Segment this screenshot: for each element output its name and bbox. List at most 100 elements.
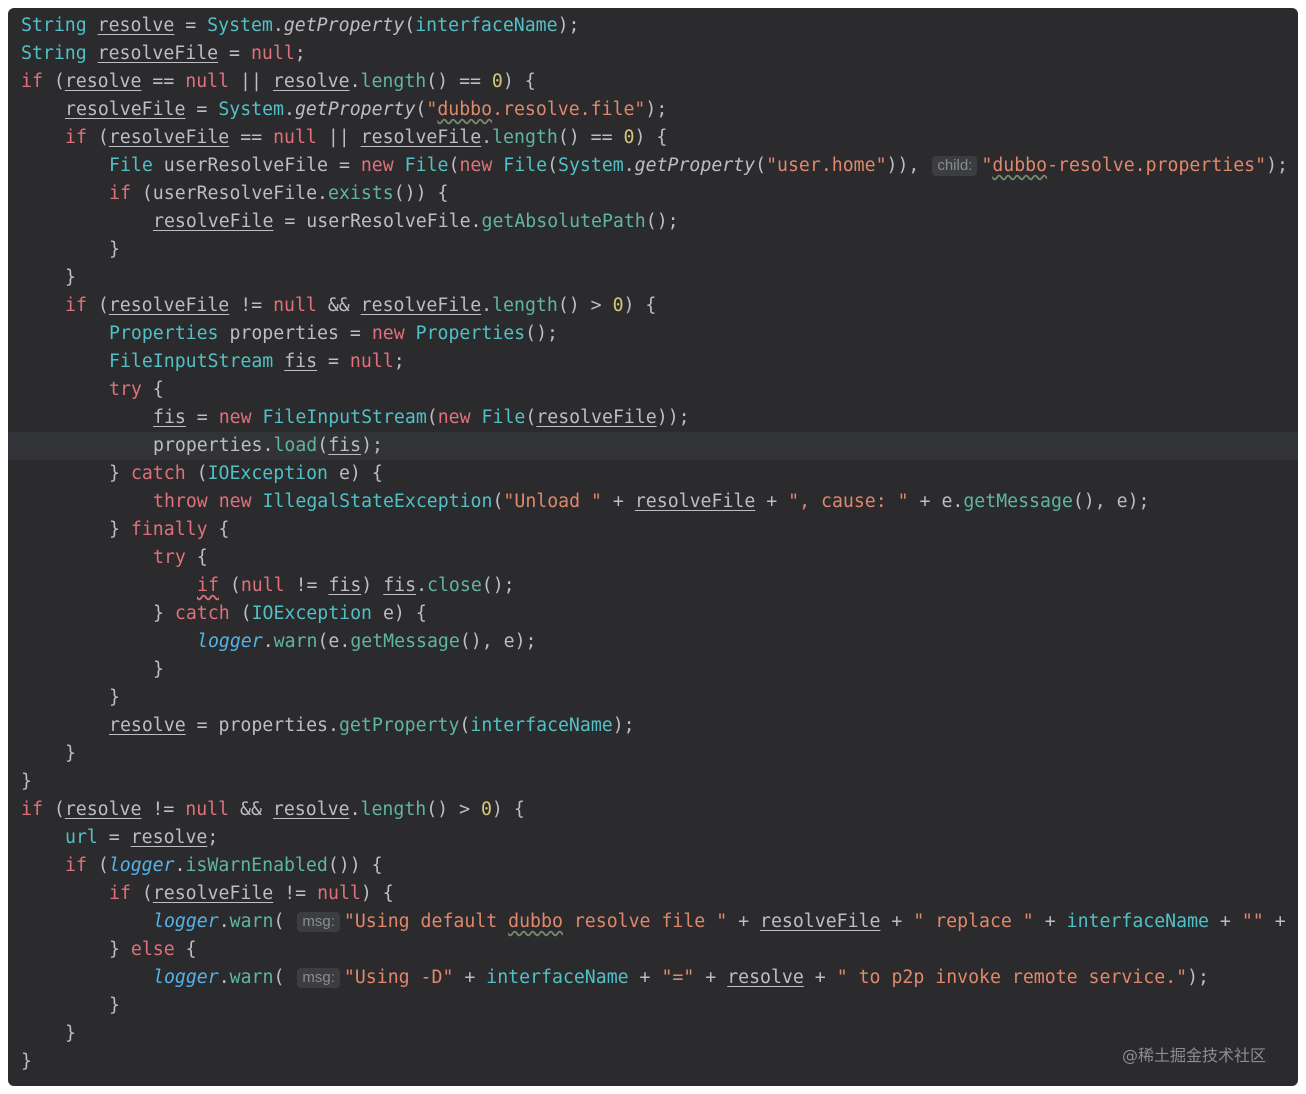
code-token: { <box>141 379 164 400</box>
code-line[interactable]: resolve = properties.getProperty(interfa… <box>21 712 1298 740</box>
code-token: if <box>65 127 87 148</box>
code-line[interactable]: if (logger.isWarnEnabled()) { <box>21 852 1298 880</box>
code-token: resolveFile <box>152 883 274 904</box>
code-token: getMessage <box>963 491 1073 512</box>
parameter-hint: child: <box>932 156 978 176</box>
code-line[interactable]: resolveFile = userResolveFile.getAbsolut… <box>21 208 1298 236</box>
code-line[interactable]: } <box>21 1048 1298 1076</box>
code-line[interactable]: } finally { <box>21 516 1298 544</box>
code-line[interactable]: } <box>21 740 1298 768</box>
code-token: ( <box>218 575 241 596</box>
code-line[interactable]: if (resolveFile == null || resolveFile.l… <box>21 124 1298 152</box>
code-token: url <box>65 827 98 848</box>
code-line[interactable]: logger.warn( msg: "Using -D" + interfaceN… <box>21 964 1298 992</box>
code-token: . <box>416 575 428 596</box>
code-line[interactable]: try { <box>21 544 1298 572</box>
code-token: resolveFile <box>760 911 881 932</box>
code-line[interactable]: } <box>21 992 1298 1020</box>
code-editor[interactable]: String resolve = System. getProperty ( inte… <box>8 8 1298 1086</box>
code-token: () > <box>426 799 481 820</box>
code-token: = <box>317 351 350 372</box>
code-token: )), <box>886 155 931 176</box>
code-line[interactable]: throw new IllegalStateException("Unload … <box>21 488 1298 516</box>
code-line[interactable]: logger.warn( msg: "Using default dubbo re… <box>21 908 1298 936</box>
code-token: new <box>459 155 493 176</box>
code-line[interactable]: if (resolveFile != null && resolveFile.l… <box>21 292 1298 320</box>
code-line[interactable]: if (null != fis) fis.close(); <box>21 572 1298 600</box>
code-token: new <box>437 407 471 428</box>
code-line[interactable]: } <box>21 656 1298 684</box>
code-line[interactable]: try { <box>21 376 1298 404</box>
code-token: if <box>21 799 43 820</box>
code-line[interactable]: if (userResolveFile.exists()) { <box>21 180 1298 208</box>
code-token: logger <box>197 631 263 652</box>
code-line[interactable]: } catch (IOException e) { <box>21 600 1298 628</box>
code-token: " <box>981 155 993 176</box>
code-line[interactable]: properties.load(fis); <box>8 432 1298 460</box>
code-token: resolveFile <box>153 211 274 232</box>
code-token: fis <box>153 407 186 428</box>
code-line[interactable]: fis = new FileInputStream(new File(resol… <box>21 404 1298 432</box>
code-line[interactable]: String resolveFile = null; <box>21 40 1298 68</box>
code-token: ; <box>294 43 306 64</box>
code-token: userResolveFile = <box>152 155 361 176</box>
code-line[interactable]: logger.warn(e.getMessage(), e); <box>21 628 1298 656</box>
code-token: + <box>803 967 837 988</box>
code-token: catch <box>130 463 186 484</box>
code-token: != <box>141 799 186 820</box>
code-area[interactable]: String resolve = System. getProperty ( inte… <box>8 12 1298 1076</box>
code-token: null <box>185 799 230 820</box>
code-token: if <box>21 71 43 92</box>
code-token: ", cause: " <box>788 491 909 512</box>
code-line[interactable]: String resolve = System.getProperty(inte… <box>21 12 1298 40</box>
code-line[interactable]: FileInputStream fis = null; <box>21 348 1298 376</box>
code-line[interactable]: if (resolve != null && resolve.length() … <box>21 796 1298 824</box>
code-token: throw <box>153 491 208 512</box>
code-token: String <box>21 15 87 36</box>
code-token: File <box>503 155 548 176</box>
code-token: isWarnEnabled <box>185 855 328 876</box>
code-token: . <box>481 127 493 148</box>
code-token: resolve <box>130 827 208 848</box>
code-line[interactable]: Properties properties = new Properties()… <box>21 320 1298 348</box>
code-line[interactable]: if (resolve == null || resolve.length() … <box>21 68 1298 96</box>
code-token: " replace " <box>913 911 1034 932</box>
code-token: null <box>240 575 285 596</box>
code-token: . <box>262 631 274 652</box>
parameter-hint: msg: <box>297 968 340 988</box>
code-line[interactable]: } <box>21 264 1298 292</box>
code-line[interactable]: url = resolve; <box>21 824 1298 852</box>
code-token: = <box>218 43 251 64</box>
code-line[interactable]: File userResolveFile = new File(new File… <box>21 152 1298 180</box>
code-token: resolve <box>109 715 186 736</box>
code-token: System <box>218 99 285 120</box>
code-token: } <box>109 687 120 708</box>
code-line[interactable]: } <box>21 1020 1298 1048</box>
code-token: logger <box>153 911 219 932</box>
code-token: new <box>371 323 405 344</box>
code-token: else <box>130 939 175 960</box>
code-line[interactable]: } <box>21 236 1298 264</box>
code-line[interactable]: } catch (IOException e) { <box>21 460 1298 488</box>
code-line[interactable]: resolveFile = System.getProperty("dubbo.… <box>21 96 1298 124</box>
code-token: ( <box>755 155 767 176</box>
code-token: . <box>623 155 635 176</box>
code-line[interactable]: } <box>21 768 1298 796</box>
code-line[interactable]: if (resolveFile != null) { <box>21 880 1298 908</box>
code-token: { <box>185 547 208 568</box>
code-line[interactable]: } <box>21 684 1298 712</box>
code-token: + <box>694 967 728 988</box>
code-token: interfaceName <box>415 15 558 36</box>
code-token: + <box>1208 911 1242 932</box>
code-token: "Using default <box>343 911 509 932</box>
code-token: null <box>349 351 394 372</box>
code-token: dubbo <box>508 911 563 932</box>
code-token: . <box>174 855 186 876</box>
code-token: length <box>492 295 558 316</box>
code-token: Properties <box>415 323 526 344</box>
code-token: ( <box>42 799 65 820</box>
code-token: getProperty <box>338 715 460 736</box>
code-token: resolve <box>727 967 804 988</box>
code-line[interactable]: } else { <box>21 936 1298 964</box>
